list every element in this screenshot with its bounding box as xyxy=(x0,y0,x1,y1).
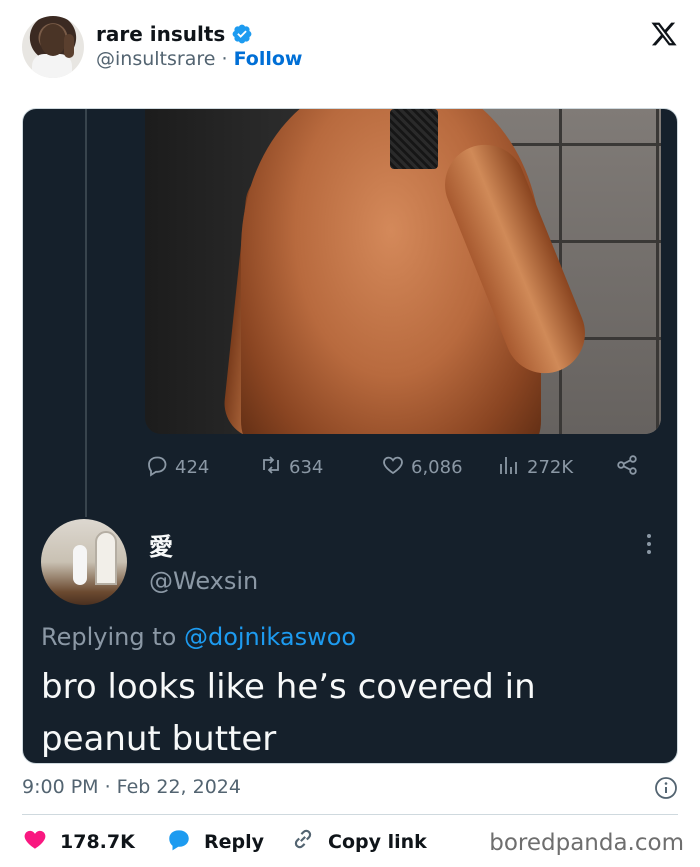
link-icon xyxy=(290,826,316,857)
retweet-count: 634 xyxy=(289,456,324,478)
media-phone xyxy=(390,109,438,169)
follow-button[interactable]: Follow xyxy=(234,48,303,70)
more-vertical-icon[interactable] xyxy=(645,533,653,555)
like-stat[interactable]: 6,086 xyxy=(381,453,463,482)
author-handle[interactable]: @insultsrare xyxy=(96,48,215,70)
author-display-name[interactable]: rare insults xyxy=(96,22,225,46)
watermark-text: boredpanda.com xyxy=(489,830,684,856)
avatar-face xyxy=(40,24,66,56)
like-count: 6,086 xyxy=(411,456,463,478)
reply-button[interactable]: Reply xyxy=(166,826,264,857)
x-logo-icon[interactable] xyxy=(650,20,678,48)
replying-to-mention[interactable]: @dojnikaswoo xyxy=(184,623,356,651)
avatar-finger xyxy=(64,34,74,58)
embedded-tweet-card[interactable]: 424 634 6,086 272K 愛 @Wexsin Replying to… xyxy=(22,108,678,764)
handle-separator: · xyxy=(221,48,228,70)
tweet-timestamp[interactable]: 9:00 PM · Feb 22, 2024 xyxy=(22,776,241,798)
reply-author-handle[interactable]: @Wexsin xyxy=(149,567,258,595)
tweet-media-image[interactable] xyxy=(145,109,661,434)
views-stat[interactable]: 272K xyxy=(497,453,573,482)
avatar-person xyxy=(73,545,87,585)
copy-link-button[interactable]: Copy link xyxy=(290,826,427,857)
reply-count: 424 xyxy=(175,456,210,478)
heart-outline-icon xyxy=(381,453,405,482)
verified-badge-icon xyxy=(231,23,253,45)
share-icon xyxy=(615,453,639,482)
reply-bubble-icon xyxy=(145,453,169,482)
avatar-shirt xyxy=(32,54,72,78)
tweet-stats-bar: 424 634 6,086 272K xyxy=(145,451,645,483)
retweet-icon xyxy=(259,453,283,482)
reply-body-text: bro looks like he’s covered in peanut bu… xyxy=(41,667,536,759)
reply-label: Reply xyxy=(204,830,265,853)
info-icon[interactable] xyxy=(654,776,678,800)
copy-link-label: Copy link xyxy=(328,830,427,853)
reply-bubble-filled-icon xyxy=(166,826,192,857)
avatar-door xyxy=(95,531,117,585)
reply-author-name[interactable]: 愛 xyxy=(149,527,173,562)
footer-divider xyxy=(22,814,678,815)
retweet-stat[interactable]: 634 xyxy=(259,453,323,482)
replying-to-line: Replying to @dojnikaswoo xyxy=(41,623,356,651)
like-button[interactable]: 178.7K xyxy=(22,826,135,857)
views-chart-icon xyxy=(497,453,521,482)
author-handle-row: @insultsrare · Follow xyxy=(96,48,302,70)
reply-author-avatar[interactable] xyxy=(41,519,127,605)
views-count: 272K xyxy=(527,456,574,478)
replying-to-prefix: Replying to xyxy=(41,623,177,651)
author-avatar[interactable] xyxy=(22,16,84,78)
thread-connector-line xyxy=(85,109,87,517)
reply-stat[interactable]: 424 xyxy=(145,453,209,482)
share-stat[interactable] xyxy=(615,453,639,482)
like-count-footer: 178.7K xyxy=(60,830,135,853)
author-name-row: rare insults xyxy=(96,22,253,46)
heart-icon xyxy=(22,826,48,857)
tweet-header: rare insults @insultsrare · Follow xyxy=(0,0,700,100)
